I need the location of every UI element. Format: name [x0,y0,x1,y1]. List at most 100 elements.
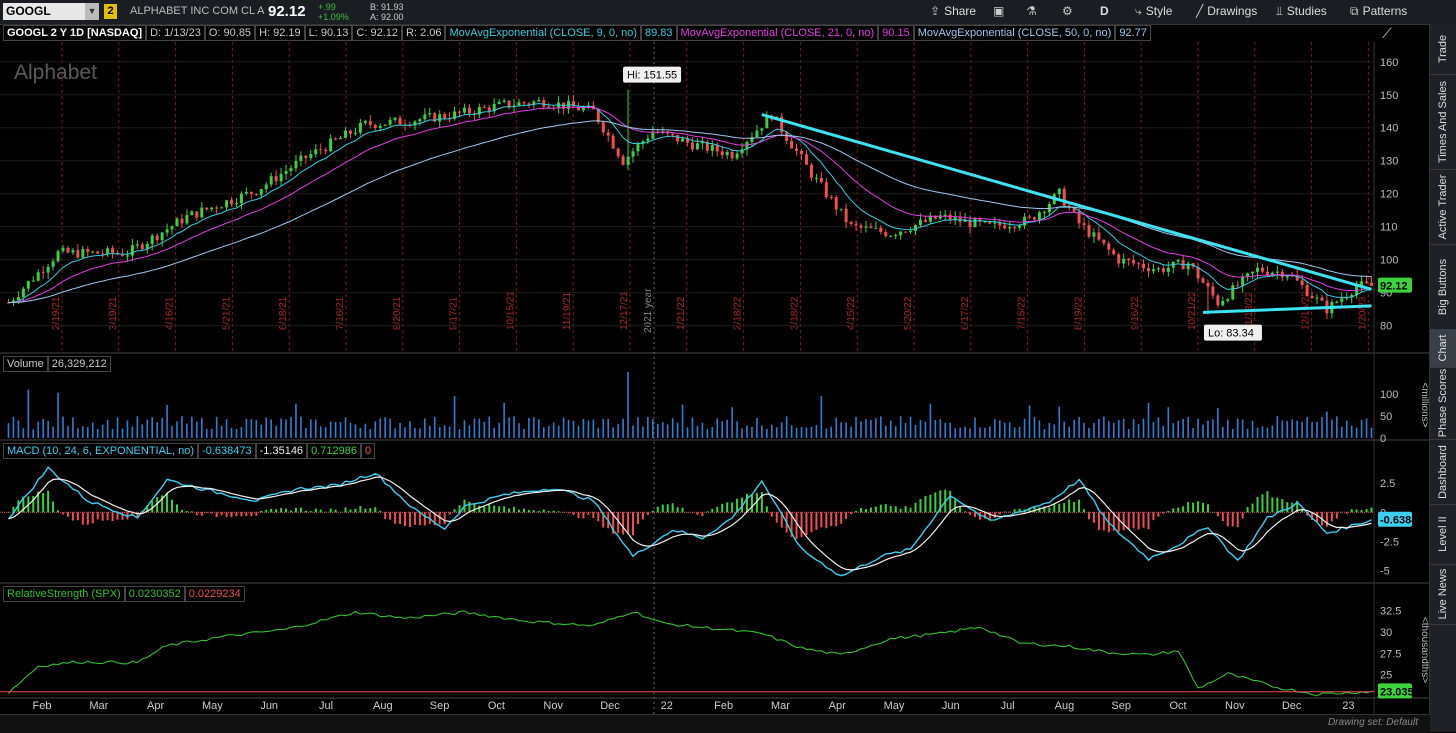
volume-bar [830,426,833,438]
candle-body [76,250,80,258]
sidebar-tab-chart[interactable]: Chart [1430,329,1456,368]
sidebar-tab-live-news[interactable]: Live News [1430,564,1456,625]
candle-body [140,244,144,250]
macd-histogram-bar [1078,499,1081,513]
date-label: 7/16/21 [335,296,346,330]
volume-bar [746,425,748,438]
volume-bar [414,427,416,438]
sidebar-tab-phase-scores[interactable]: Phase Scores [1430,367,1456,440]
candle-body [106,248,110,254]
macd-histogram-bar [468,501,471,513]
date-label: 1/21/22 [676,296,687,330]
candle-body [1127,258,1131,261]
volume-bar [989,426,991,438]
volume-bar [820,396,823,438]
candle-body [264,184,268,190]
volume-value: 26,329,212 [47,356,111,372]
volume-bar [468,425,471,438]
volume-bar [1013,427,1016,438]
volume-bar [845,422,847,438]
volume-bar [840,422,842,438]
candle-body [16,297,20,301]
candle-body [636,144,640,152]
volume-bar [91,422,94,438]
macd-histogram-bar [1182,506,1185,513]
candle-body [864,226,868,228]
sidebar-tab-dashboard[interactable]: Dashboard [1430,439,1456,505]
sidebar-tab-active-trader[interactable]: Active Trader [1430,169,1456,245]
volume-bar [334,422,337,438]
rs-tick-label: 32.5 [1380,606,1401,618]
volume-bar [875,418,877,438]
volume-bar [924,421,927,438]
macd-histogram-bar [914,502,917,513]
candle-body [1032,217,1036,220]
macd-histogram-bar [344,507,347,513]
sidebar-tab-level-ii[interactable]: Level II [1430,504,1456,565]
macd-histogram-bar [592,512,595,518]
sidebar-tab-label: Chart [1437,334,1449,362]
volume-bar [706,429,709,438]
rs-label[interactable]: RelativeStrength (SPX) [3,586,125,602]
macd-histogram-bar [1058,503,1061,513]
macd-label[interactable]: MACD (10, 24, 6, EXPONENTIAL, no) [3,443,199,459]
volume-bar [542,427,545,438]
candle-body [710,144,714,151]
sidebar-tab-trade[interactable]: Trade [1430,24,1456,75]
macd-histogram-bar [1177,507,1180,513]
macd-histogram-bar [190,511,193,513]
chart-canvas[interactable]: 2/19/21 3/19/21 4/16/21 5/21/21 6/18/21 7/16/… [0,0,1430,714]
macd-histogram-bar [478,505,481,513]
drawing-set-status[interactable]: Drawing set: Default [1328,717,1418,728]
candle-body [1132,260,1136,264]
macd-histogram-bar [319,509,322,513]
volume-bar [1003,422,1006,438]
macd-histogram-bar [1013,509,1016,513]
candle-body [1156,268,1160,270]
volume-bar [1266,427,1269,438]
candle-body [943,214,947,216]
volume-bar [756,418,758,438]
volume-bar [1207,420,1209,438]
volume-bar [359,428,362,438]
low-callout: Lo: 83.34 [1208,328,1254,340]
sidebar-tab-big-buttons[interactable]: Big Buttons [1430,244,1456,330]
volume-bar [810,426,813,438]
volume-bar [736,421,738,438]
volume-bar [67,426,69,438]
macd-histogram-bar [1216,512,1219,517]
volume-bar [369,429,372,438]
volume-bar [1127,428,1130,438]
volume-bar [1291,419,1294,438]
macd-histogram-bar [840,512,843,524]
volume-bar [904,423,907,438]
volume-bar [1108,421,1110,438]
candle-body [175,218,179,227]
volume-bar [1251,420,1254,438]
volume-bar [1018,426,1021,438]
volume-bar [255,420,258,438]
candle-body [507,100,511,107]
volume-bar [32,429,35,438]
macd-histogram-bar [1202,502,1204,513]
macd-histogram-bar [285,508,288,513]
candle-body [1013,227,1017,229]
macd-histogram-bar [359,506,362,513]
high-callout: Hi: 151.55 [627,70,677,82]
candle-body [1260,267,1264,272]
date-label: 9/17/21 [449,296,460,330]
volume-bar [716,418,719,438]
sidebar-tab-times-and-sales[interactable]: Times And Sales [1430,74,1456,170]
volume-bar [607,418,610,438]
macd-histogram-bar [1360,510,1363,513]
candle-body [874,227,878,229]
volume-bar [270,419,272,438]
candle-body [195,211,199,218]
volume-bar [126,420,129,438]
candle-body [601,122,605,133]
macd-histogram-bar [1083,509,1086,513]
candle-body [378,125,382,129]
macd-histogram-bar [1132,512,1135,529]
macd-histogram-bar [71,512,74,521]
x-axis-label: Feb [714,700,733,712]
